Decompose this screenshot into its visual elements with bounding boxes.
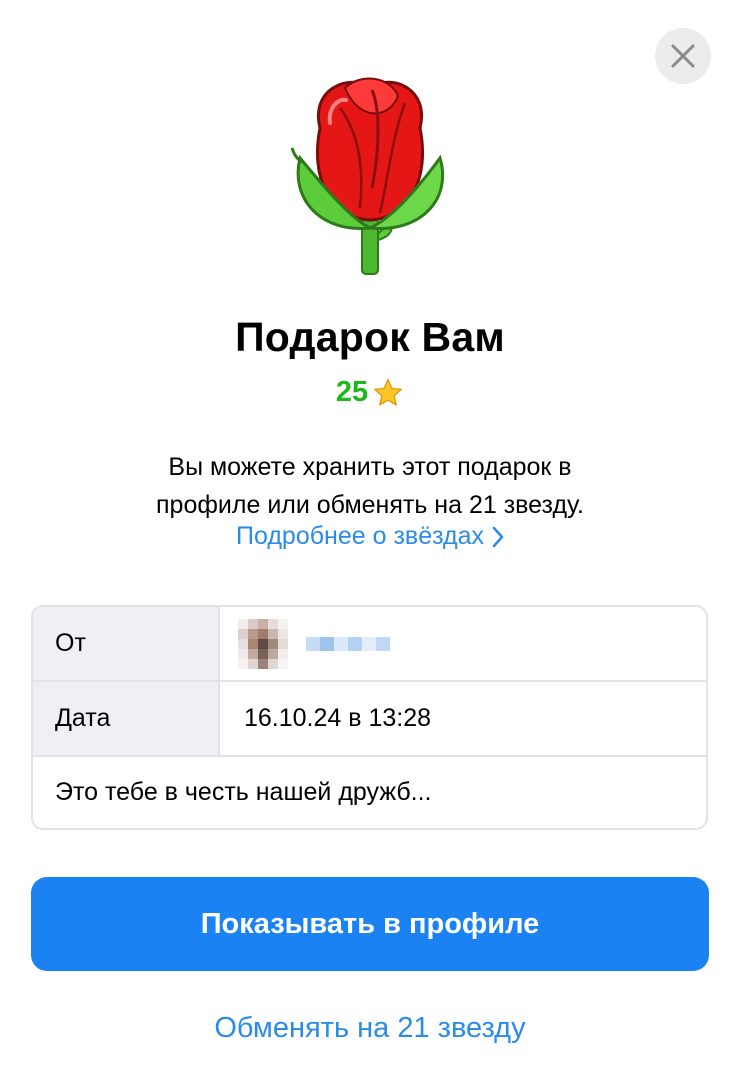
gift-details-table: От Дата 16.10.24 в 13:28 Это тебе в чест…: [31, 605, 708, 830]
chevron-right-icon: [492, 526, 504, 547]
description-line-1: Вы можете хранить этот подарок в: [168, 453, 572, 481]
date-value: 16.10.24 в 13:28: [244, 704, 432, 732]
close-button[interactable]: [655, 28, 711, 84]
close-icon: [671, 44, 695, 68]
sender[interactable]: [220, 607, 706, 680]
description-line-2: профиле или обменять на 21 звезду.: [156, 491, 584, 519]
date-row: Дата 16.10.24 в 13:28: [33, 682, 706, 757]
date-label: Дата: [33, 682, 220, 755]
gift-message: Это тебе в честь нашей дружб...: [55, 778, 432, 806]
gift-description: Вы можете хранить этот подарок в профиле…: [60, 448, 680, 524]
star-icon: [374, 378, 403, 406]
price-value: 25: [335, 376, 369, 408]
show-in-profile-button[interactable]: Показывать в профиле: [31, 877, 709, 971]
from-row: От: [33, 607, 706, 682]
gift-title: Подарок Вам: [235, 314, 505, 360]
convert-to-stars-button[interactable]: Обменять на 21 звезду: [0, 1012, 740, 1045]
stars-info-link-label: Подробнее о звёздах: [236, 522, 484, 550]
rose-gift-icon: [290, 77, 445, 275]
stars-info-link[interactable]: Подробнее о звёздах: [0, 522, 740, 551]
gift-price: 25: [0, 376, 740, 409]
from-label: От: [33, 607, 220, 680]
avatar: [238, 618, 288, 669]
message-row: Это тебе в честь нашей дружб...: [33, 757, 706, 828]
sender-name-pixelated: [306, 636, 390, 651]
